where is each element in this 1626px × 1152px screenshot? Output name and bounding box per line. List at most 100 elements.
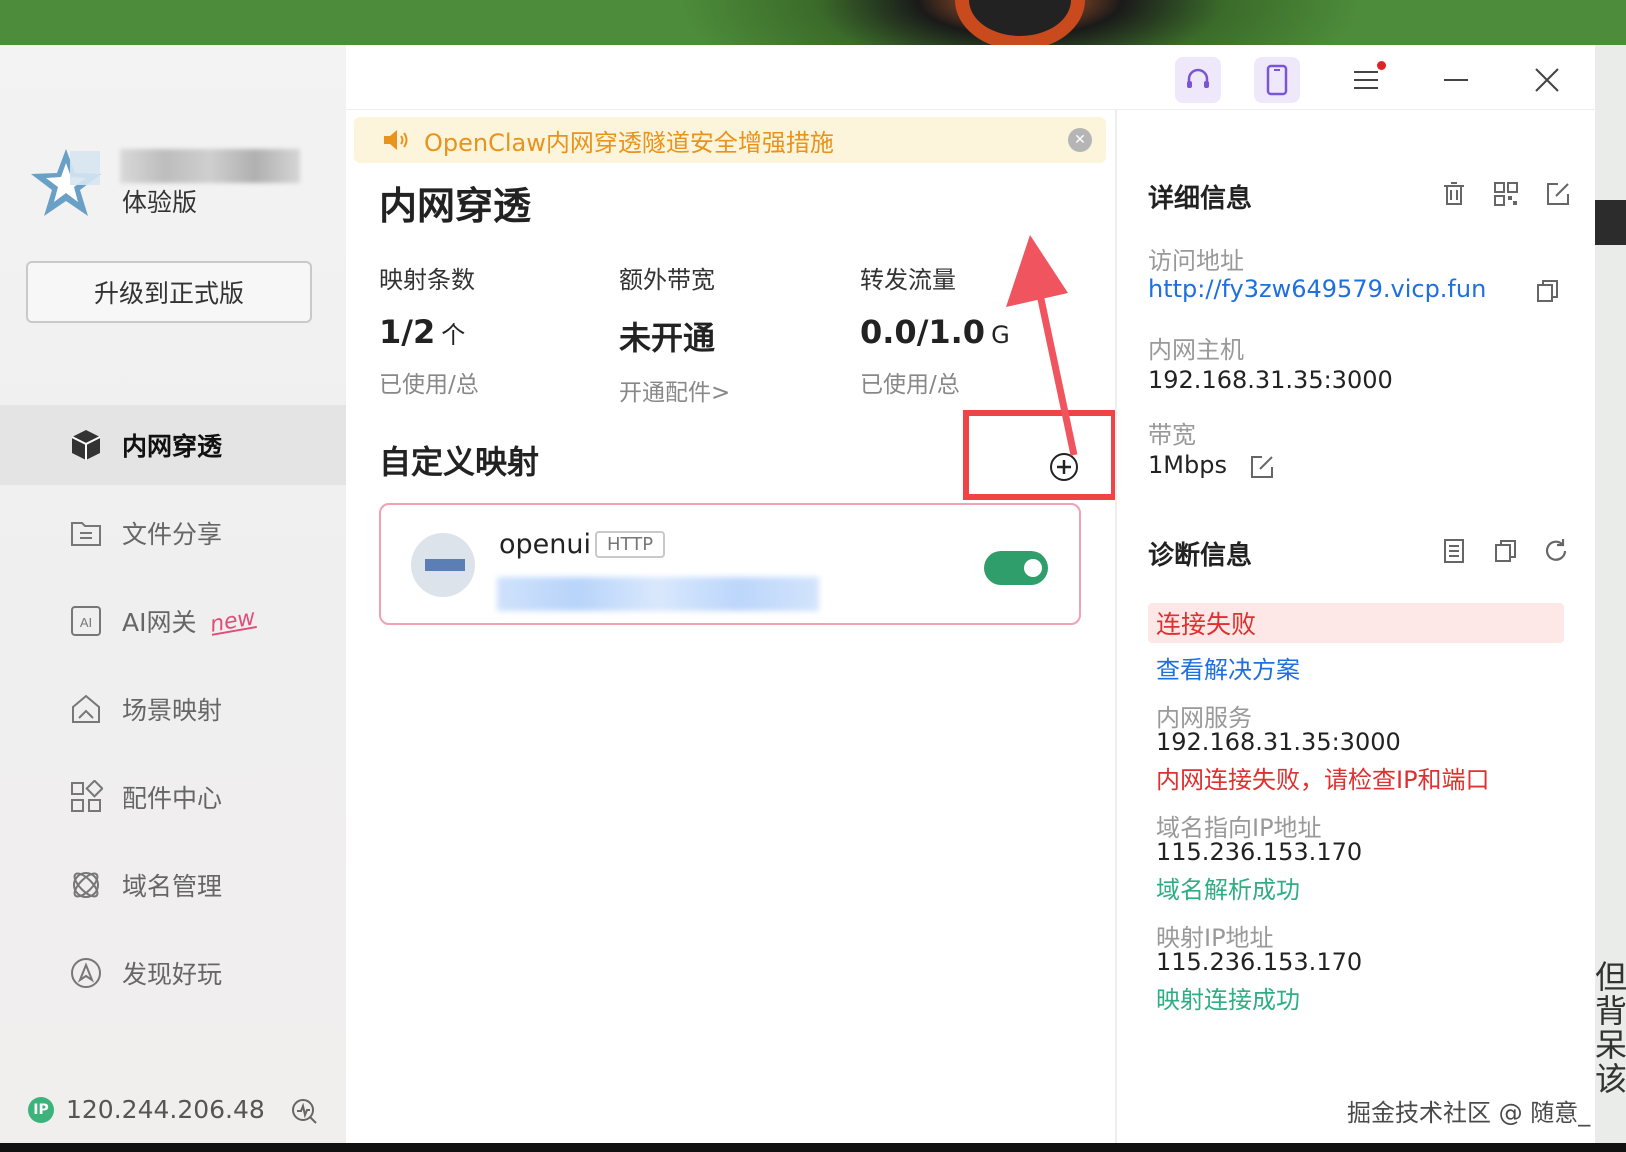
stat-label: 映射条数 (379, 266, 475, 294)
annotation-arrow (1006, 235, 1078, 456)
svg-text:AI: AI (80, 615, 92, 630)
stat-traffic: 转发流量 0.0/1.0 G 已使用/总 (860, 260, 1010, 399)
close-button[interactable] (1524, 57, 1570, 103)
access-url-link[interactable]: http://fy3zw649579.vicp.fun (1148, 275, 1486, 303)
mapping-name: openui (499, 529, 591, 560)
log-icon[interactable] (1440, 537, 1468, 565)
host-label: 内网主机 (1148, 336, 1244, 364)
stat-label: 额外带宽 (619, 266, 715, 294)
trash-icon[interactable] (1440, 180, 1468, 208)
cube-icon (68, 427, 104, 463)
sidebar-item-label: 文件分享 (122, 520, 223, 549)
view-solution-link[interactable]: 查看解决方案 (1156, 650, 1300, 685)
edit-bandwidth-icon[interactable] (1248, 453, 1276, 481)
sidebar-item-scene-mapping[interactable]: 场景映射 (0, 669, 346, 749)
panel-divider (1115, 110, 1117, 1143)
public-ip-value: 120.244.206.48 (66, 1095, 265, 1124)
menu-button[interactable] (1344, 57, 1390, 103)
sidebar-item-label: AI网关 (122, 608, 197, 637)
sidebar-item-label: 发现好玩 (122, 960, 223, 989)
sidebar-item-label: 配件中心 (122, 784, 223, 813)
speaker-icon (384, 130, 408, 150)
mapping-enable-toggle[interactable] (984, 551, 1048, 585)
wallpaper-eye (955, 0, 1085, 50)
sidebar-item-tunnel[interactable]: 内网穿透 (0, 405, 346, 485)
hamburger-icon (1354, 71, 1378, 89)
sidebar-item-accessories[interactable]: 配件中心 (0, 757, 346, 837)
sidebar-item-ai-gateway[interactable]: AI AI网关 new (0, 581, 346, 661)
ai-icon: AI (68, 603, 104, 639)
sidebar: 体验版 升级到正式版 内网穿透 文件分享 AI AI网关 new 场景映射 配件… (0, 45, 346, 1143)
sidebar-item-domain[interactable]: 域名管理 (0, 845, 346, 925)
domain-ip-value: 115.236.153.170 (1156, 838, 1363, 866)
stat-value: 0.0/1.0 G (860, 313, 1010, 351)
notice-text: OpenClaw内网穿透隧道安全增强措施 (424, 128, 834, 157)
notice-close-icon[interactable]: ✕ (1068, 128, 1092, 152)
globe-icon (68, 867, 104, 903)
sidebar-item-file-share[interactable]: 文件分享 (0, 493, 346, 573)
close-icon (1535, 68, 1559, 92)
bandwidth-value: 1Mbps (1148, 451, 1227, 479)
service-value: 192.168.31.35:3000 (1156, 728, 1401, 756)
new-badge: new (208, 604, 258, 638)
sidebar-nav: 内网穿透 文件分享 AI AI网关 new 场景映射 配件中心 域名管理 发现好… (0, 405, 346, 1021)
copy-icon[interactable] (1534, 277, 1562, 305)
diagnosis-title: 诊断信息 (1148, 541, 1253, 571)
service-error: 内网连接失败，请检查IP和端口 (1156, 766, 1490, 794)
mapping-address-blurred (497, 577, 819, 611)
watermark: 掘金技术社区 @ 随意_ (1347, 1099, 1591, 1127)
star-logo-icon (31, 149, 101, 216)
connection-status: 连接失败 (1148, 603, 1564, 643)
compass-icon (68, 955, 104, 991)
host-value: 192.168.31.35:3000 (1148, 366, 1393, 394)
page-title: 内网穿透 (379, 184, 532, 228)
stat-sub: 已使用/总 (379, 372, 479, 398)
domain-ip-status: 域名解析成功 (1156, 876, 1300, 904)
grid-icon (68, 779, 104, 815)
mobile-button[interactable] (1254, 57, 1300, 103)
sidebar-item-discover[interactable]: 发现好玩 (0, 933, 346, 1013)
username-blurred (120, 149, 300, 183)
bottom-bar (0, 1143, 1626, 1152)
stat-value: 未开通 (619, 319, 716, 357)
refresh-icon[interactable] (1542, 537, 1570, 565)
stat-sub: 已使用/总 (860, 372, 960, 398)
edition-label: 体验版 (122, 188, 198, 217)
background-window-text: 但背呆该 (1595, 960, 1626, 1096)
qrcode-icon[interactable] (1492, 180, 1520, 208)
copy-diagnosis-icon[interactable] (1492, 537, 1520, 565)
public-ip: IP 120.244.206.48 (28, 1095, 265, 1124)
notification-dot (1377, 61, 1386, 70)
network-check-icon[interactable] (290, 1097, 318, 1125)
stat-mapping-count: 映射条数 1/2 个 已使用/总 (379, 260, 479, 399)
minimize-icon (1444, 79, 1468, 81)
headset-icon (1187, 68, 1209, 88)
support-button[interactable] (1175, 57, 1221, 103)
stat-label: 转发流量 (860, 266, 956, 294)
ip-badge: IP (28, 1096, 54, 1123)
minimize-button[interactable] (1433, 57, 1479, 103)
house-icon (68, 691, 104, 727)
folder-icon (68, 515, 104, 551)
notice-banner[interactable]: OpenClaw内网穿透隧道安全增强措施 ✕ (354, 117, 1106, 163)
edit-icon[interactable] (1544, 180, 1572, 208)
mapping-card[interactable]: openui HTTP (379, 503, 1081, 625)
detail-title: 详细信息 (1148, 184, 1253, 214)
sidebar-item-label: 场景映射 (122, 696, 223, 725)
titlebar-divider (346, 109, 1595, 110)
access-address-label: 访问地址 (1148, 247, 1244, 275)
phone-icon (1266, 64, 1288, 96)
sidebar-item-label: 内网穿透 (122, 432, 223, 461)
sidebar-item-label: 域名管理 (122, 872, 223, 901)
bandwidth-label: 带宽 (1148, 421, 1196, 449)
mapping-app-icon (411, 533, 475, 597)
stat-value: 1/2 个 (379, 313, 466, 351)
mapping-ip-value: 115.236.153.170 (1156, 948, 1363, 976)
upgrade-button[interactable]: 升级到正式版 (26, 261, 312, 323)
mapping-ip-status: 映射连接成功 (1156, 986, 1300, 1014)
app-window: 体验版 升级到正式版 内网穿透 文件分享 AI AI网关 new 场景映射 配件… (0, 45, 1595, 1143)
custom-mapping-title: 自定义映射 (379, 443, 540, 481)
stat-extra-bandwidth: 额外带宽 未开通 开通配件> (619, 260, 730, 407)
open-accessory-link[interactable]: 开通配件> (619, 373, 730, 407)
protocol-tag: HTTP (595, 531, 666, 558)
